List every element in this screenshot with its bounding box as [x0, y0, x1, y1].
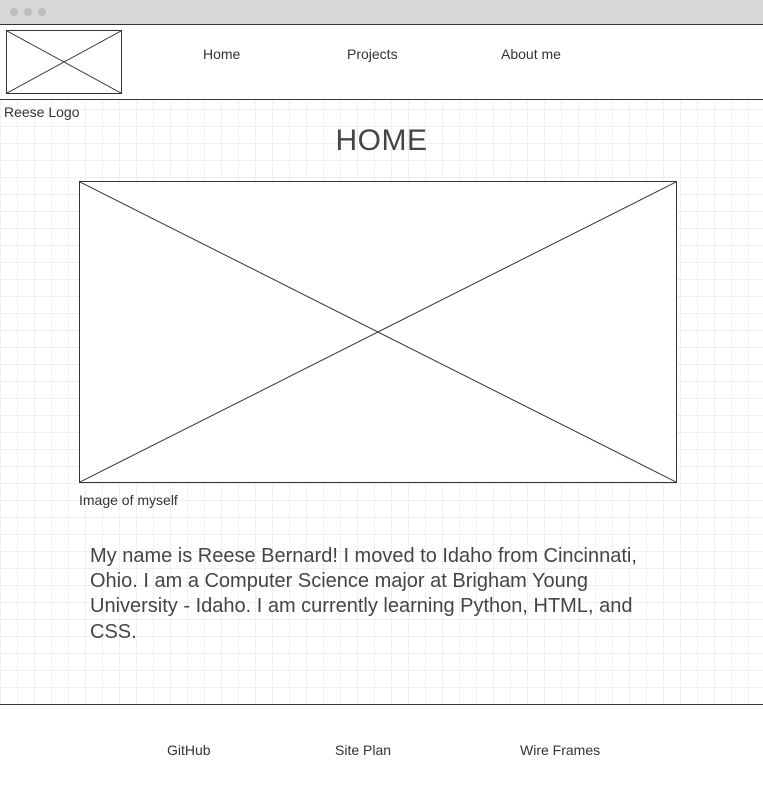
hero-image-placeholder [79, 181, 677, 483]
bio-paragraph: My name is Reese Bernard! I moved to Ida… [90, 544, 670, 645]
page-title: HOME [0, 124, 763, 158]
nav-link-home[interactable]: Home [203, 46, 240, 62]
logo-caption: Reese Logo [4, 104, 80, 120]
footer-link-wireframes[interactable]: Wire Frames [520, 742, 600, 758]
window-dot-minimize[interactable] [24, 8, 32, 16]
nav-link-projects[interactable]: Projects [347, 46, 398, 62]
window-titlebar [0, 0, 763, 24]
window-dot-close[interactable] [10, 8, 18, 16]
footer-link-siteplan[interactable]: Site Plan [335, 742, 391, 758]
hero-caption: Image of myself [79, 492, 178, 508]
nav-link-about[interactable]: About me [501, 46, 561, 62]
window-dot-zoom[interactable] [38, 8, 46, 16]
wireframe-canvas: Reese Logo Home Projects About me HOME I… [0, 24, 763, 802]
footer-link-github[interactable]: GitHub [167, 742, 211, 758]
logo-image-placeholder [6, 30, 122, 94]
